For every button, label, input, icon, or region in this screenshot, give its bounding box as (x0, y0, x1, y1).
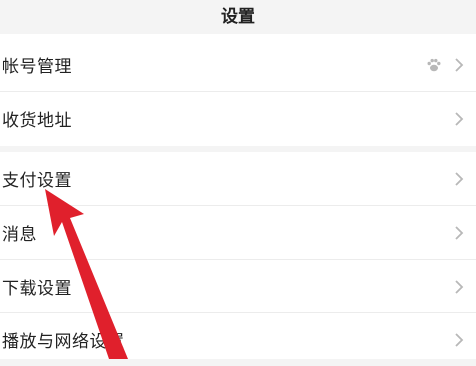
chevron-right-icon (455, 225, 464, 240)
chevron-right-icon (455, 332, 464, 347)
settings-item-label: 帐号管理 (2, 57, 72, 77)
chevron-right-icon (455, 57, 464, 72)
settings-item-label: 收货地址 (2, 111, 72, 131)
chevron-right-icon (455, 171, 464, 186)
settings-item-payment[interactable]: 支付设置 (0, 152, 476, 205)
settings-item-label: 消息 (2, 225, 37, 245)
settings-item-playback-network[interactable]: 播放与网络设置 (0, 313, 476, 366)
preferences-group: 支付设置 消息 下载设置 播放与网络设置 (0, 152, 476, 359)
paw-icon (427, 58, 441, 71)
settings-item-download[interactable]: 下载设置 (0, 260, 476, 313)
chevron-right-icon (455, 279, 464, 294)
chevron-right-icon (455, 111, 464, 126)
account-group: 帐号管理 收货地址 (0, 34, 476, 146)
settings-item-label: 下载设置 (2, 279, 72, 299)
settings-item-message[interactable]: 消息 (0, 206, 476, 259)
page-title: 设置 (221, 6, 255, 27)
settings-item-account[interactable]: 帐号管理 (0, 38, 476, 91)
settings-header: 设置 (0, 0, 476, 34)
settings-item-label: 播放与网络设置 (2, 332, 125, 352)
settings-item-label: 支付设置 (2, 171, 72, 191)
settings-item-address[interactable]: 收货地址 (0, 92, 476, 145)
